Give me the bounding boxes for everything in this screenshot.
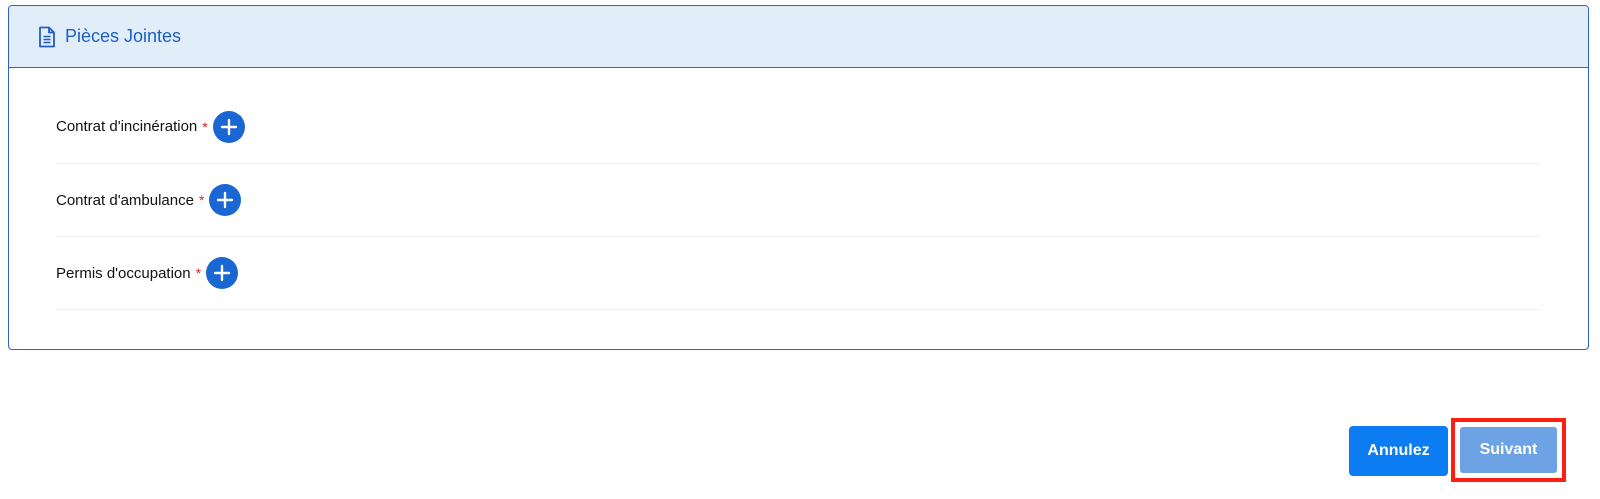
required-marker: *	[202, 118, 208, 135]
cancel-button[interactable]: Annulez	[1349, 426, 1448, 476]
next-button-highlight: Suivant	[1451, 418, 1566, 482]
add-occupation-permit-button[interactable]	[206, 257, 239, 289]
attachments-list: Contrat d'incinération * Contrat d'ambul…	[9, 68, 1588, 310]
attachment-label: Contrat d'incinération	[56, 118, 198, 135]
attachment-label: Contrat d'ambulance	[56, 191, 194, 209]
plus-icon	[217, 191, 234, 209]
next-button[interactable]: Suivant	[1460, 427, 1557, 473]
plus-icon	[213, 264, 231, 282]
attachment-row-incineration: Contrat d'incinération *	[56, 68, 1541, 164]
attachments-card-header: Pièces Jointes	[9, 6, 1588, 68]
document-icon	[37, 26, 57, 48]
attachment-row-ambulance: Contrat d'ambulance *	[56, 164, 1541, 237]
attachment-label: Permis d'occupation	[56, 264, 191, 282]
add-ambulance-contract-button[interactable]	[209, 184, 242, 216]
attachment-row-occupation: Permis d'occupation *	[56, 237, 1541, 310]
add-incineration-contract-button[interactable]	[212, 110, 245, 143]
card-title: Pièces Jointes	[65, 26, 182, 46]
required-marker: *	[198, 192, 205, 208]
required-marker: *	[195, 265, 202, 281]
attachments-card: Pièces Jointes Contrat d'incinération * …	[8, 5, 1589, 350]
plus-icon	[220, 118, 237, 135]
